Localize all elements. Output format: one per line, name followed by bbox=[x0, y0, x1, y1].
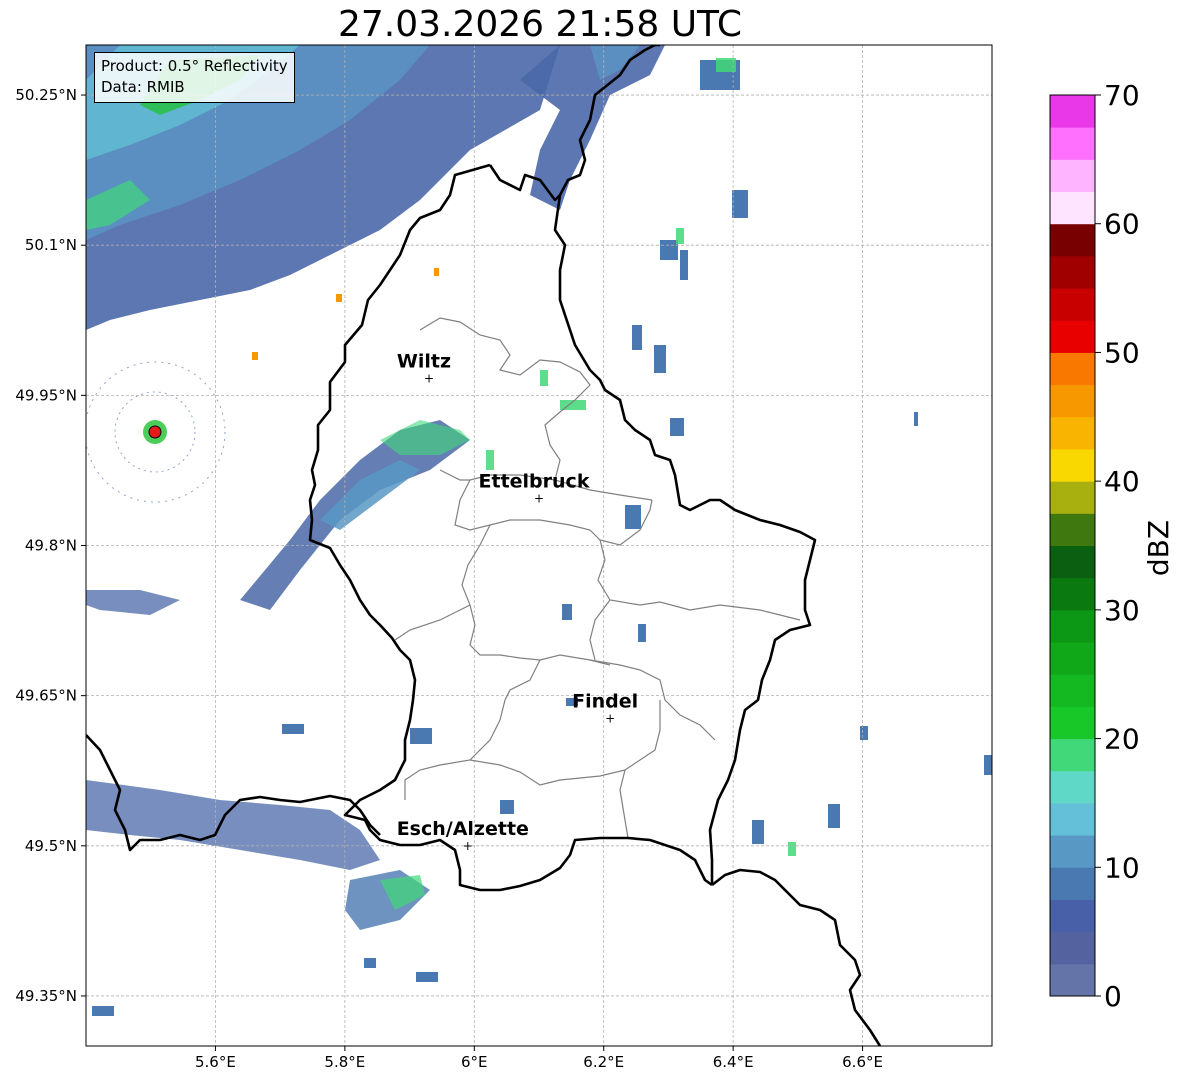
x-tick-label: 6°E bbox=[461, 1053, 488, 1071]
y-tick-label: 49.35°N bbox=[15, 987, 77, 1005]
city-label: Wiltz bbox=[397, 350, 451, 372]
y-tick-label: 49.8°N bbox=[25, 537, 77, 555]
y-tick-label: 49.5°N bbox=[25, 837, 77, 855]
y-tick-label: 50.1°N bbox=[25, 236, 77, 254]
radar-site-marker bbox=[148, 425, 162, 439]
city-marker: + bbox=[534, 491, 544, 505]
data-source-label: Data: RMIB bbox=[101, 78, 185, 96]
y-tick-label: 49.65°N bbox=[15, 687, 77, 705]
x-tick-label: 6.4°E bbox=[713, 1053, 754, 1071]
x-tick-label: 6.2°E bbox=[583, 1053, 624, 1071]
y-tick-label: 50.25°N bbox=[15, 86, 77, 104]
city-marker: + bbox=[605, 712, 615, 726]
city-label: Esch/Alzette bbox=[397, 818, 529, 840]
city-marker: + bbox=[424, 371, 434, 385]
radar-map: +Wiltz+Ettelbruck+Findel+Esch/Alzette 5.… bbox=[15, 44, 993, 1071]
x-tick-label: 5.8°E bbox=[324, 1053, 365, 1071]
city-label: Findel bbox=[572, 691, 638, 713]
x-tick-label: 6.6°E bbox=[842, 1053, 883, 1071]
y-tick-label: 49.95°N bbox=[15, 386, 77, 404]
product-label: Product: 0.5° Reflectivity bbox=[101, 57, 288, 75]
city-marker: + bbox=[463, 839, 473, 853]
x-tick-label: 5.6°E bbox=[195, 1053, 236, 1071]
city-label: Ettelbruck bbox=[479, 470, 590, 492]
product-info-box: Product: 0.5° Reflectivity Data: RMIB bbox=[94, 52, 295, 103]
